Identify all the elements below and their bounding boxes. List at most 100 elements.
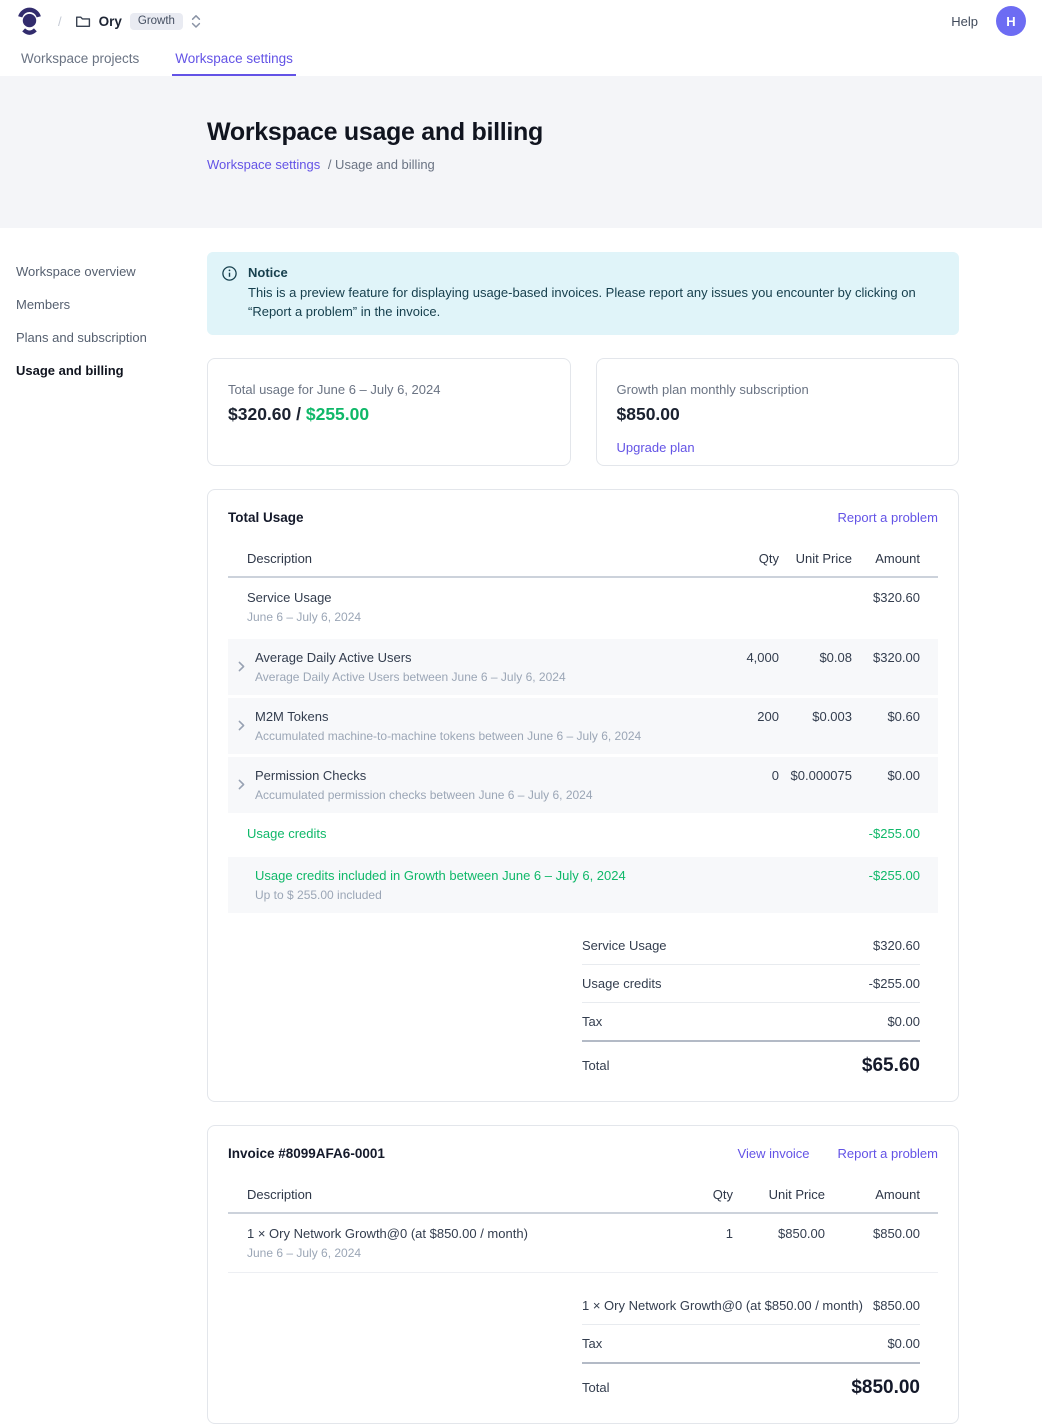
col-amount: Amount: [825, 1187, 920, 1202]
total-usage-value: $320.60 / $255.00: [228, 404, 550, 425]
chevron-right-icon[interactable]: [228, 661, 255, 672]
col-description: Description: [228, 551, 695, 566]
invoice-line-row: 1 × Ory Network Growth@0 (at $850.00 / m…: [228, 1214, 938, 1273]
summary-label: Usage credits: [582, 976, 661, 991]
summary-row-tax: Tax $0.00: [582, 1003, 920, 1042]
usage-line-item-adau[interactable]: Average Daily Active Users Average Daily…: [228, 639, 938, 695]
line-item-amount: $0.00: [852, 768, 920, 783]
invoice-line-unit-price: $850.00: [733, 1226, 825, 1241]
total-usage-card: Total usage for June 6 – July 6, 2024 $3…: [207, 358, 571, 466]
summary-row-plan: 1 × Ory Network Growth@0 (at $850.00 / m…: [582, 1287, 920, 1325]
subscription-card: Growth plan monthly subscription $850.00…: [596, 358, 960, 466]
sidebar-item-members[interactable]: Members: [16, 295, 207, 314]
col-unit-price: Unit Price: [733, 1187, 825, 1202]
line-item-title: Permission Checks: [255, 768, 593, 783]
tab-workspace-projects[interactable]: Workspace projects: [18, 42, 142, 76]
summary-value: -$255.00: [869, 976, 920, 991]
user-avatar[interactable]: H: [996, 6, 1026, 36]
page-title: Workspace usage and billing: [207, 118, 1042, 147]
usage-credits-amount: -$255.00: [852, 826, 920, 841]
line-item-qty: 0: [695, 768, 779, 783]
chevron-right-icon[interactable]: [228, 779, 255, 790]
usage-used-amount: $320.60: [228, 404, 291, 424]
total-value: $65.60: [862, 1055, 920, 1077]
service-usage-row: Service Usage June 6 – July 6, 2024 $320…: [228, 578, 938, 636]
summary-label: Tax: [582, 1336, 602, 1351]
sidebar-item-workspace-overview[interactable]: Workspace overview: [16, 262, 207, 281]
line-item-unit-price: $0.003: [779, 709, 852, 724]
workspace-name: Ory: [99, 14, 122, 29]
invoice-report-problem-link[interactable]: Report a problem: [838, 1146, 938, 1161]
workspace-tabs: Workspace projects Workspace settings: [0, 42, 1042, 76]
sidebar-item-plans-and-subscription[interactable]: Plans and subscription: [16, 328, 207, 347]
invoice-line-title: 1 × Ory Network Growth@0 (at $850.00 / m…: [247, 1226, 673, 1241]
select-caret-icon[interactable]: [191, 14, 201, 29]
invoice-summary: 1 × Ory Network Growth@0 (at $850.00 / m…: [582, 1287, 920, 1399]
usage-summary: Service Usage $320.60 Usage credits -$25…: [582, 927, 920, 1077]
usage-credits-detail-row: Usage credits included in Growth between…: [228, 857, 938, 913]
info-icon: [222, 266, 237, 281]
subscription-label: Growth plan monthly subscription: [617, 382, 939, 397]
notice-body: This is a preview feature for displaying…: [248, 284, 938, 322]
col-amount: Amount: [852, 551, 920, 566]
line-item-unit-price: $0.000075: [779, 768, 852, 783]
summary-row-service-usage: Service Usage $320.60: [582, 927, 920, 965]
usage-panel-title: Total Usage: [228, 510, 304, 525]
col-unit-price: Unit Price: [779, 551, 852, 566]
col-qty: Qty: [673, 1187, 733, 1202]
invoice-panel: Invoice #8099AFA6-0001 View invoice Repo…: [207, 1125, 959, 1424]
invoice-line-qty: 1: [673, 1226, 733, 1241]
summary-label: Tax: [582, 1014, 602, 1029]
invoice-table: Description Qty Unit Price Amount 1 × Or…: [228, 1177, 938, 1273]
subscription-amount: $850.00: [617, 404, 939, 425]
settings-sidebar: Workspace overview Members Plans and sub…: [0, 228, 207, 1424]
col-qty: Qty: [695, 551, 779, 566]
usage-report-problem-link[interactable]: Report a problem: [838, 510, 938, 525]
credits-detail-title: Usage credits included in Growth between…: [255, 868, 626, 883]
usage-credits-row: Usage credits -$255.00: [228, 813, 938, 854]
credits-detail-amount: -$255.00: [852, 868, 920, 883]
breadcrumb-slash: /: [58, 14, 62, 29]
line-item-amount: $0.60: [852, 709, 920, 724]
preview-notice-banner: Notice This is a preview feature for dis…: [207, 252, 959, 335]
top-bar: / Ory Growth Help H: [0, 0, 1042, 42]
total-usage-label: Total usage for June 6 – July 6, 2024: [228, 382, 550, 397]
line-item-qty: 200: [695, 709, 779, 724]
usage-table-header: Description Qty Unit Price Amount: [228, 541, 938, 578]
total-usage-panel: Total Usage Report a problem Description…: [207, 489, 959, 1102]
line-item-amount: $320.00: [852, 650, 920, 665]
line-item-qty: 4,000: [695, 650, 779, 665]
line-item-subtitle: Accumulated machine-to-machine tokens be…: [255, 729, 641, 743]
summary-value: $0.00: [887, 1014, 920, 1029]
upgrade-plan-link[interactable]: Upgrade plan: [617, 440, 695, 455]
summary-row-tax: Tax $0.00: [582, 1325, 920, 1364]
col-description: Description: [228, 1187, 673, 1202]
invoice-line-period: June 6 – July 6, 2024: [247, 1246, 673, 1260]
line-item-title: Average Daily Active Users: [255, 650, 566, 665]
ory-logo-icon[interactable]: [16, 6, 43, 37]
breadcrumb-current: / Usage and billing: [328, 157, 435, 172]
usage-table: Description Qty Unit Price Amount Servic…: [228, 541, 938, 913]
line-item-unit-price: $0.08: [779, 650, 852, 665]
usage-total-row: Total $65.60: [582, 1042, 920, 1077]
breadcrumb: Workspace settings / Usage and billing: [207, 157, 1042, 172]
invoice-line-amount: $850.00: [825, 1226, 920, 1241]
sidebar-item-usage-and-billing[interactable]: Usage and billing: [16, 361, 207, 380]
summary-label: Service Usage: [582, 938, 667, 953]
usage-line-item-permission-checks[interactable]: Permission Checks Accumulated permission…: [228, 757, 938, 813]
help-link[interactable]: Help: [951, 14, 978, 29]
usage-line-item-m2m[interactable]: M2M Tokens Accumulated machine-to-machin…: [228, 698, 938, 754]
total-value: $850.00: [851, 1377, 920, 1399]
usage-credits-title: Usage credits: [228, 826, 695, 841]
usage-credit-amount: $255.00: [306, 404, 369, 424]
usage-separator: /: [291, 404, 306, 424]
breadcrumb-settings-link[interactable]: Workspace settings: [207, 157, 320, 172]
workspace-switcher[interactable]: Ory Growth: [75, 13, 201, 30]
service-usage-amount: $320.60: [852, 590, 920, 605]
tab-workspace-settings[interactable]: Workspace settings: [172, 42, 296, 76]
notice-title: Notice: [248, 265, 938, 280]
chevron-right-icon[interactable]: [228, 720, 255, 731]
invoice-panel-title: Invoice #8099AFA6-0001: [228, 1146, 385, 1161]
summary-row-usage-credits: Usage credits -$255.00: [582, 965, 920, 1003]
view-invoice-link[interactable]: View invoice: [738, 1146, 810, 1161]
